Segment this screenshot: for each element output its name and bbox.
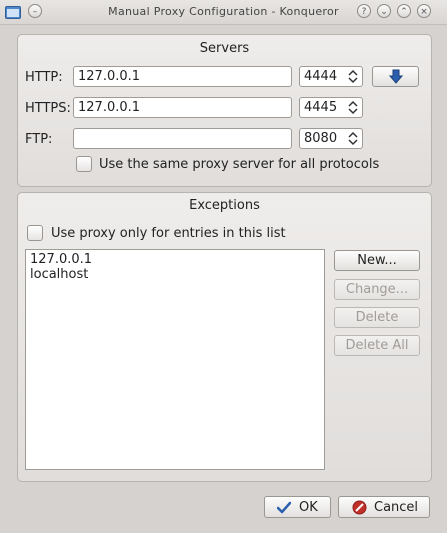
- ftp-port-spinbox[interactable]: 8080: [299, 128, 363, 149]
- http-label: HTTP:: [25, 70, 63, 85]
- servers-heading: Servers: [199, 41, 250, 56]
- new-button[interactable]: New...: [334, 250, 420, 271]
- spin-arrows-icon[interactable]: [348, 131, 358, 146]
- delete-all-button[interactable]: Delete All: [334, 335, 420, 356]
- cancel-icon: [352, 500, 367, 515]
- arrow-down-icon: [389, 69, 403, 84]
- cancel-button[interactable]: Cancel: [338, 496, 430, 518]
- list-item[interactable]: localhost: [30, 267, 88, 282]
- change-button[interactable]: Change...: [334, 279, 420, 300]
- http-address-input[interactable]: 127.0.0.1: [73, 66, 292, 87]
- ok-label: OK: [299, 500, 318, 515]
- proxy-only-label: Use proxy only for entries in this list: [51, 226, 286, 241]
- delete-button[interactable]: Delete: [334, 307, 420, 328]
- title-bar[interactable]: – Manual Proxy Configuration - Konqueror…: [0, 0, 447, 25]
- http-port-spinbox[interactable]: 4444: [299, 66, 363, 87]
- list-item[interactable]: 127.0.0.1: [30, 252, 92, 267]
- spin-arrows-icon[interactable]: [348, 69, 358, 84]
- ftp-label: FTP:: [25, 132, 53, 147]
- copy-down-button[interactable]: [372, 66, 419, 87]
- minimize-icon[interactable]: ⌄: [377, 4, 391, 18]
- ftp-address-input[interactable]: [73, 128, 292, 149]
- spin-arrows-icon[interactable]: [348, 100, 358, 115]
- ok-button[interactable]: OK: [264, 496, 331, 518]
- exceptions-list[interactable]: 127.0.0.1 localhost: [25, 249, 325, 470]
- close-icon[interactable]: ×: [417, 4, 431, 18]
- https-port-value: 4445: [304, 100, 338, 115]
- cancel-label: Cancel: [374, 500, 419, 515]
- exceptions-heading: Exceptions: [189, 198, 260, 213]
- help-icon[interactable]: ?: [357, 4, 371, 18]
- proxy-only-checkbox[interactable]: [27, 225, 43, 241]
- same-proxy-label: Use the same proxy server for all protoc…: [99, 157, 380, 172]
- https-address-input[interactable]: 127.0.0.1: [73, 97, 292, 118]
- https-port-spinbox[interactable]: 4445: [299, 97, 363, 118]
- same-proxy-checkbox[interactable]: [76, 156, 92, 172]
- checkmark-icon: [277, 501, 291, 514]
- maximize-icon[interactable]: ⌃: [397, 4, 411, 18]
- http-port-value: 4444: [304, 69, 338, 84]
- https-label: HTTPS:: [25, 101, 71, 116]
- ftp-port-value: 8080: [304, 131, 338, 146]
